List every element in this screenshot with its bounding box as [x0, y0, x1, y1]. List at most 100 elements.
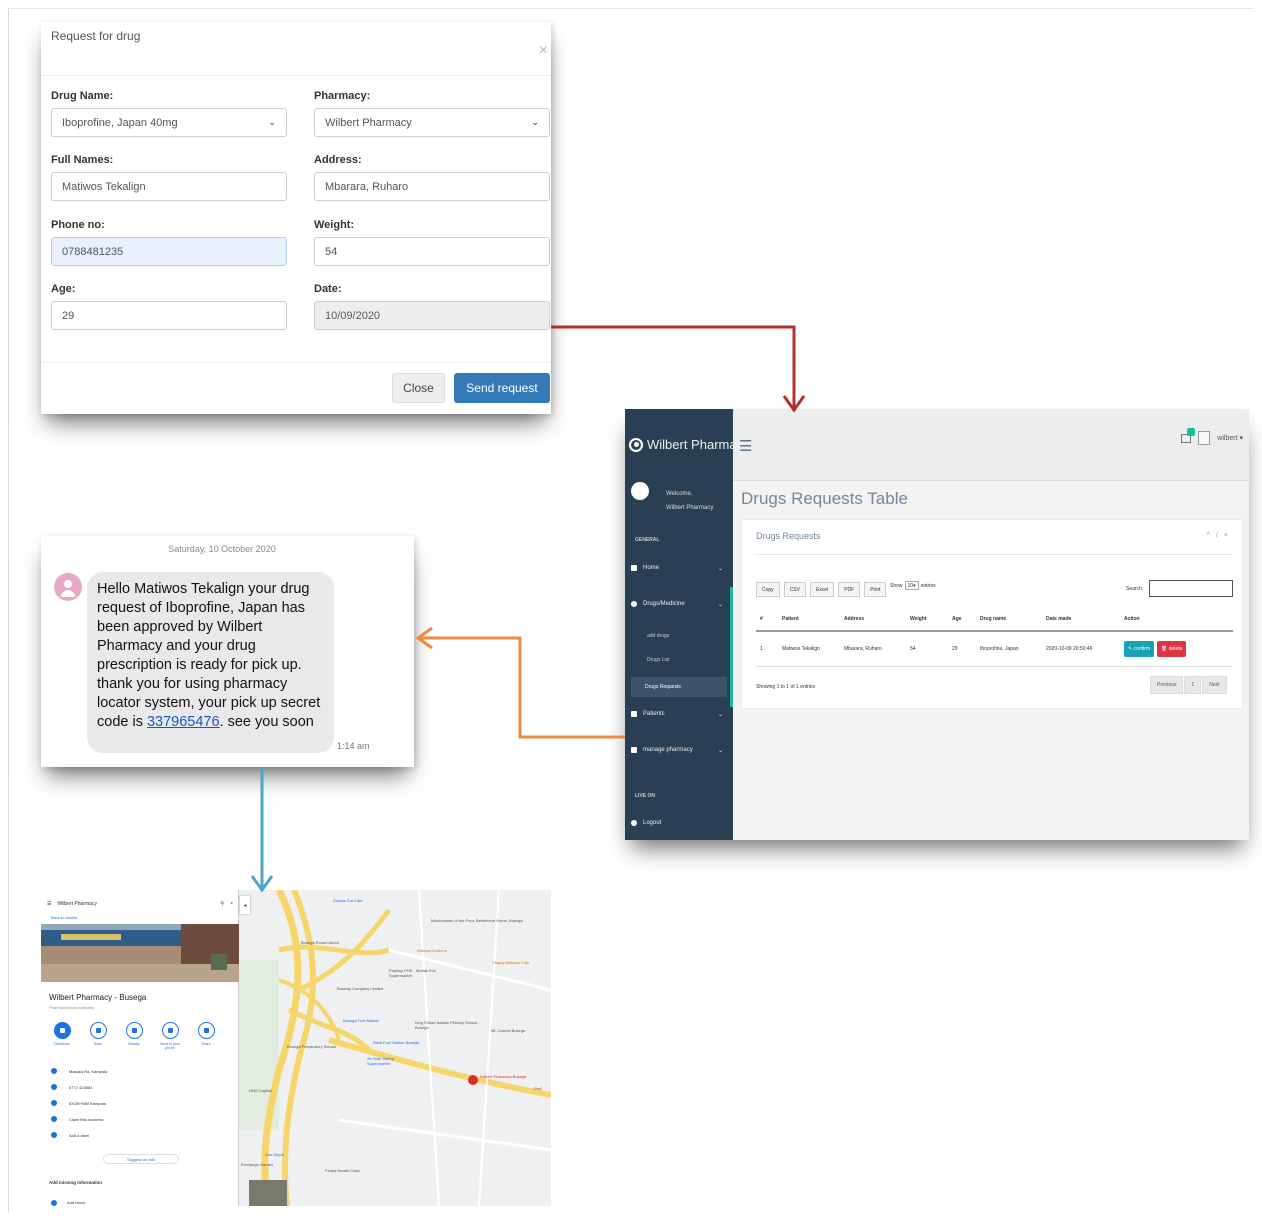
- place-actions: Directions Save Nearby Send to your phon…: [49, 1022, 219, 1050]
- secret-code-link[interactable]: 337965476: [147, 714, 220, 730]
- back-to-results-link[interactable]: Back to results: [51, 915, 77, 920]
- full-names-input[interactable]: Matiwos Tekalign: [51, 172, 287, 201]
- copy-button[interactable]: Copy: [756, 582, 780, 597]
- search-input[interactable]: [1149, 580, 1233, 597]
- maps-search-bar[interactable]: ☰ Wilbert Pharmacy ⚲ ×: [47, 898, 233, 910]
- close-button[interactable]: Close: [392, 373, 445, 403]
- nearby-icon: [125, 1022, 143, 1039]
- sidebar-item-manage-pharmacy[interactable]: manage pharmacy ⌄: [631, 747, 727, 754]
- map-label[interactable]: Busega Round About: [301, 940, 339, 945]
- sidebar-item-label: manage pharmacy: [643, 747, 693, 753]
- send-request-button[interactable]: Send request: [454, 373, 550, 403]
- map-label[interactable]: UNO Capital: [249, 1088, 271, 1093]
- column-header[interactable]: Date made: [1042, 607, 1120, 632]
- info-phone[interactable]: 0772 423884: [51, 1084, 92, 1090]
- entries-label: entries: [920, 582, 936, 589]
- add-hours-item[interactable]: Add hours: [51, 1200, 85, 1206]
- suggest-edit-button[interactable]: Suggest an edit: [103, 1154, 179, 1164]
- sidebar-subitem-drug-requests[interactable]: Drugs Requests: [631, 677, 727, 697]
- info-address[interactable]: Masaka Rd, Kampala: [51, 1068, 107, 1074]
- previous-button[interactable]: Previous: [1150, 676, 1184, 694]
- print-button[interactable]: Print: [864, 582, 887, 597]
- sidebar-item-patients[interactable]: Patients ⌄: [631, 711, 727, 718]
- info-claim-business[interactable]: Claim this business: [51, 1116, 103, 1122]
- pdf-button[interactable]: PDF: [838, 582, 861, 597]
- column-header[interactable]: Weight: [906, 607, 948, 632]
- info-add-label[interactable]: Add a label: [51, 1132, 89, 1138]
- message-time: 1:14 am: [337, 741, 370, 751]
- map-label[interactable]: Shell: [533, 1086, 542, 1091]
- nearby-button[interactable]: Nearby: [121, 1022, 147, 1050]
- excel-button[interactable]: Excel: [809, 582, 835, 597]
- collapse-panel-button[interactable]: ◂: [240, 896, 250, 914]
- map-canvas[interactable]: Double Cut Cafe Missionaries of the Poor…: [239, 890, 551, 1206]
- sidebar-subitem-drugs-list[interactable]: Drugs List: [635, 657, 731, 663]
- pharmacy-label: Pharmacy:: [314, 90, 371, 102]
- next-button[interactable]: Next: [1202, 676, 1227, 694]
- pharmacy-select[interactable]: Wilbert Pharmacy ⌄: [314, 108, 550, 137]
- column-header[interactable]: Address: [840, 607, 906, 632]
- map-label[interactable]: Exchange Garden: [241, 1162, 273, 1167]
- phone-input[interactable]: 0788481235: [51, 237, 287, 266]
- date-input[interactable]: 10/09/2020: [314, 301, 550, 330]
- map-label[interactable]: Double Cut Cafe: [333, 898, 363, 903]
- menu-toggle-icon[interactable]: ☰: [739, 437, 752, 455]
- map-label-wilbert-pharmacy[interactable]: Wilbert Pharmacy Busega: [480, 1074, 528, 1079]
- map-label[interactable]: Busega Fuel Market: [343, 1018, 379, 1023]
- directions-button[interactable]: Directions: [49, 1022, 75, 1050]
- action-label: Share: [201, 1042, 211, 1046]
- place-photo[interactable]: [41, 924, 239, 982]
- confirm-button[interactable]: ✎ confirm: [1124, 640, 1154, 657]
- search-icon[interactable]: ⚲: [220, 901, 224, 907]
- map-label[interactable]: Walima Gardens: [417, 948, 447, 953]
- map-label[interactable]: Fedad Health Clinic: [325, 1168, 360, 1173]
- map-label[interactable]: Jin Wan Sheng Supermarket: [367, 1056, 417, 1066]
- map-label[interactable]: Missionaries of the Poor, Bethlehem Home…: [431, 918, 541, 923]
- menu-icon[interactable]: ☰: [47, 901, 51, 907]
- brand[interactable]: Wilbert Pharmacy: [629, 437, 750, 452]
- map-label[interactable]: King Fahad Islamic Primary School - Buse…: [415, 1020, 483, 1030]
- sidebar: Wilbert Pharmacy Welcome, Wilbert Pharma…: [625, 409, 750, 840]
- panel-tools[interactable]: ^ / ×: [1207, 532, 1230, 539]
- sidebar-item-logout[interactable]: Logout: [631, 820, 727, 826]
- column-header[interactable]: Patient: [778, 607, 840, 632]
- map-label[interactable]: Gaz Depot: [265, 1152, 284, 1157]
- delete-button[interactable]: 🗑 delete: [1157, 640, 1187, 657]
- place-category[interactable]: Pharmaceutical company: [49, 1005, 94, 1010]
- column-header[interactable]: Action: [1120, 607, 1233, 632]
- share-button[interactable]: Share: [193, 1022, 219, 1050]
- address-input[interactable]: Mbarara, Ruharo: [314, 172, 550, 201]
- drug-name-select[interactable]: Iboprofine, Japan 40mg ⌄: [51, 108, 287, 137]
- send-to-phone-button[interactable]: Send to your phone: [157, 1022, 183, 1050]
- map-label[interactable]: Payway PHS - Mutale Fun Supermarket: [389, 968, 459, 978]
- map-label[interactable]: Busega Preparatory School: [287, 1044, 337, 1049]
- save-button[interactable]: Save: [85, 1022, 111, 1050]
- map-label[interactable]: Happy Mukasa Cafe: [493, 960, 529, 965]
- map-label[interactable]: Busway Company Limited: [337, 986, 383, 991]
- column-header[interactable]: Drug name: [976, 607, 1042, 632]
- add-missing-info-heading: Add missing information: [49, 1180, 103, 1185]
- page-1-button[interactable]: 1: [1184, 676, 1202, 694]
- modal-close-icon[interactable]: ×: [539, 42, 548, 60]
- page-length-select[interactable]: 10 ▾: [904, 581, 919, 590]
- sidebar-item-label: Patients: [643, 711, 665, 717]
- pagination: Previous 1 Next: [1150, 676, 1227, 694]
- sidebar-item-home[interactable]: Home ⌄: [631, 565, 727, 572]
- map-label[interactable]: Shell Fuel Station Busega: [373, 1040, 419, 1045]
- sidebar-subitem-add-drugs[interactable]: add drugs: [635, 633, 731, 639]
- full-names-value: Matiwos Tekalign: [62, 180, 146, 193]
- user-menu[interactable]: wilbert ▾: [1217, 434, 1243, 442]
- mail-icon[interactable]: [1181, 427, 1196, 443]
- map-label[interactable]: Mt. Carmel Busega: [491, 1028, 525, 1033]
- chevron-down-icon: ⌄: [717, 565, 723, 572]
- phone-label: Phone no:: [51, 219, 105, 231]
- sidebar-item-drugs[interactable]: Drugs/Medicine ⌄: [631, 601, 727, 608]
- csv-button[interactable]: CSV: [783, 582, 806, 597]
- column-header[interactable]: Age: [948, 607, 976, 632]
- user-image-icon: [1198, 431, 1211, 445]
- weight-input[interactable]: 54: [314, 237, 550, 266]
- close-icon[interactable]: ×: [230, 901, 233, 907]
- info-plus-code[interactable]: 8XGR+MM Kampala: [51, 1100, 106, 1106]
- column-header[interactable]: #: [756, 607, 778, 632]
- age-input[interactable]: 29: [51, 301, 287, 330]
